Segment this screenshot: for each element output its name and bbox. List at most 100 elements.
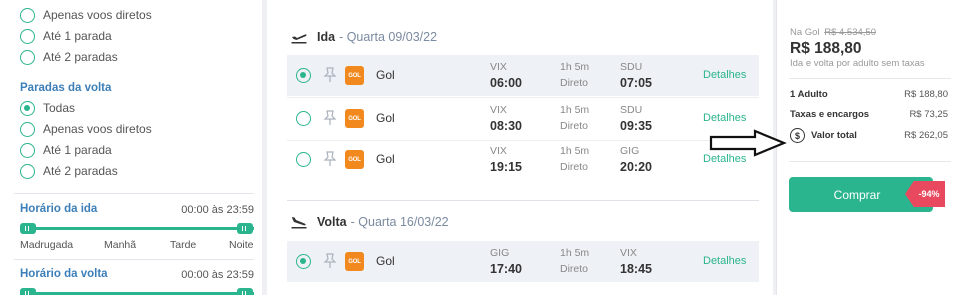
- radio-button[interactable]: [20, 28, 35, 44]
- gol-logo: GOL: [345, 252, 364, 271]
- pin-icon[interactable]: [323, 67, 337, 83]
- na-gol-label: Na Gol: [790, 27, 820, 38]
- pin-icon[interactable]: [323, 110, 337, 126]
- flight-radio[interactable]: [296, 152, 311, 167]
- flight-radio-selected[interactable]: [296, 68, 311, 83]
- origin-code: VIX: [490, 61, 507, 73]
- original-price-line: Na Gol R$ 4.534,50: [790, 27, 876, 38]
- origin-code: VIX: [490, 104, 507, 116]
- ida-stops-2-option[interactable]: Até 2 paradas: [20, 49, 118, 65]
- horario-ida-slider-track[interactable]: [20, 227, 254, 230]
- option-label: Até 1 parada: [43, 143, 112, 157]
- duration: 1h 5m: [560, 145, 590, 157]
- stops: Direto: [560, 263, 589, 275]
- stops: Direto: [560, 161, 589, 173]
- horario-volta-slider-max-handle[interactable]: [237, 288, 253, 295]
- details-link[interactable]: Detalhes: [703, 255, 759, 267]
- duration: 1h 5m: [560, 104, 590, 116]
- destination-code: SDU: [620, 61, 643, 73]
- filters-panel: Apenas voos diretos Até 1 parada Até 2 p…: [0, 0, 262, 295]
- destination-code: GIG: [620, 145, 640, 157]
- old-price: R$ 4.534,50: [824, 27, 876, 38]
- total-value: R$ 262,05: [904, 130, 948, 141]
- flight-radio-selected[interactable]: [296, 254, 311, 269]
- flight-option-ida-1[interactable]: GOL Gol VIX 06:00 1h 5m Direto SDU 07:05…: [287, 55, 759, 96]
- option-label: Apenas voos diretos: [43, 122, 152, 136]
- departure-time: 19:15: [490, 160, 522, 174]
- radio-button[interactable]: [20, 142, 35, 158]
- volta-stops-direct-option[interactable]: Apenas voos diretos: [20, 121, 152, 137]
- airline-name: Gol: [376, 68, 395, 82]
- main-price: R$ 188,80: [790, 40, 862, 57]
- flight-selection-card: Ida - Quarta 09/03/22 GOL Gol VIX 06:00 …: [267, 0, 773, 295]
- slider-label-madrugada: Madrugada: [20, 239, 74, 251]
- airline-name: Gol: [376, 152, 395, 166]
- dollar-icon: $: [790, 128, 805, 143]
- radio-button[interactable]: [20, 163, 35, 179]
- horario-ida-range: 00:00 às 23:59: [181, 204, 254, 216]
- option-label: Apenas voos diretos: [43, 8, 152, 22]
- details-link[interactable]: Detalhes: [703, 112, 759, 124]
- flight-radio[interactable]: [296, 111, 311, 126]
- destination-code: VIX: [620, 247, 637, 259]
- flight-option-ida-3[interactable]: GOL Gol VIX 19:15 1h 5m Direto GIG 20:20…: [287, 139, 759, 180]
- leg-divider: [287, 200, 759, 201]
- horario-volta-slider-min-handle[interactable]: [20, 288, 36, 295]
- plane-landing-icon: [291, 217, 307, 229]
- ida-stops-direct-option[interactable]: Apenas voos diretos: [20, 7, 152, 23]
- taxes-value: R$ 73,25: [909, 109, 948, 120]
- arrival-time: 18:45: [620, 262, 652, 276]
- stops: Direto: [560, 120, 589, 132]
- ida-header: Ida - Quarta 09/03/22: [291, 30, 437, 44]
- departure-time: 06:00: [490, 76, 522, 90]
- divider: [14, 259, 254, 260]
- horario-ida-slider-max-handle[interactable]: [237, 223, 253, 234]
- arrival-time: 20:20: [620, 160, 652, 174]
- departure-time: 08:30: [490, 119, 522, 133]
- horario-volta-range: 00:00 às 23:59: [181, 269, 254, 281]
- volta-stops-all-option[interactable]: Todas: [20, 100, 75, 116]
- ida-stops-1-option[interactable]: Até 1 parada: [20, 28, 112, 44]
- slider-label-noite: Noite: [229, 239, 254, 251]
- ida-date: - Quarta 09/03/22: [339, 30, 438, 44]
- duration: 1h 5m: [560, 61, 590, 73]
- adult-value: R$ 188,80: [904, 89, 948, 100]
- origin-code: GIG: [490, 247, 510, 259]
- departure-time: 17:40: [490, 262, 522, 276]
- option-label: Até 2 paradas: [43, 50, 118, 64]
- flight-option-volta-1[interactable]: GOL Gol GIG 17:40 1h 5m Direto VIX 18:45…: [287, 241, 759, 282]
- divider: [789, 161, 951, 162]
- volta-header: Volta - Quarta 16/03/22: [291, 215, 449, 229]
- divider: [789, 78, 951, 79]
- volta-date: - Quarta 16/03/22: [350, 215, 449, 229]
- divider: [14, 193, 254, 194]
- gol-logo: GOL: [345, 66, 364, 85]
- radio-button[interactable]: [20, 7, 35, 23]
- volta-stops-2-option[interactable]: Até 2 paradas: [20, 163, 118, 179]
- adult-label: 1 Adulto: [790, 89, 828, 100]
- duration: 1h 5m: [560, 247, 590, 259]
- arrival-time: 09:35: [620, 119, 652, 133]
- ida-label: Ida: [317, 30, 336, 44]
- gol-logo: GOL: [345, 150, 364, 169]
- option-label: Até 1 parada: [43, 29, 112, 43]
- pin-icon[interactable]: [323, 253, 337, 269]
- taxes-label: Taxas e encargos: [790, 109, 870, 120]
- volta-label: Volta: [317, 215, 347, 229]
- horario-ida-slider-min-handle[interactable]: [20, 223, 36, 234]
- airline-name: Gol: [376, 254, 395, 268]
- radio-button[interactable]: [20, 121, 35, 137]
- slider-label-manha: Manhã: [104, 239, 137, 251]
- volta-stops-1-option[interactable]: Até 1 parada: [20, 142, 112, 158]
- radio-button[interactable]: [20, 49, 35, 65]
- pin-icon[interactable]: [323, 151, 337, 167]
- plane-takeoff-icon: [291, 34, 307, 44]
- origin-code: VIX: [490, 145, 507, 157]
- slider-label-tarde: Tarde: [170, 239, 197, 251]
- details-link[interactable]: Detalhes: [703, 69, 759, 81]
- radio-button-selected[interactable]: [20, 100, 35, 116]
- volta-stops-title: Paradas da volta: [20, 82, 112, 94]
- flight-option-ida-2[interactable]: GOL Gol VIX 08:30 1h 5m Direto SDU 09:35…: [287, 98, 759, 139]
- price-summary-panel: Na Gol R$ 4.534,50 R$ 188,80 Ida e volta…: [776, 0, 960, 295]
- stops: Direto: [560, 77, 589, 89]
